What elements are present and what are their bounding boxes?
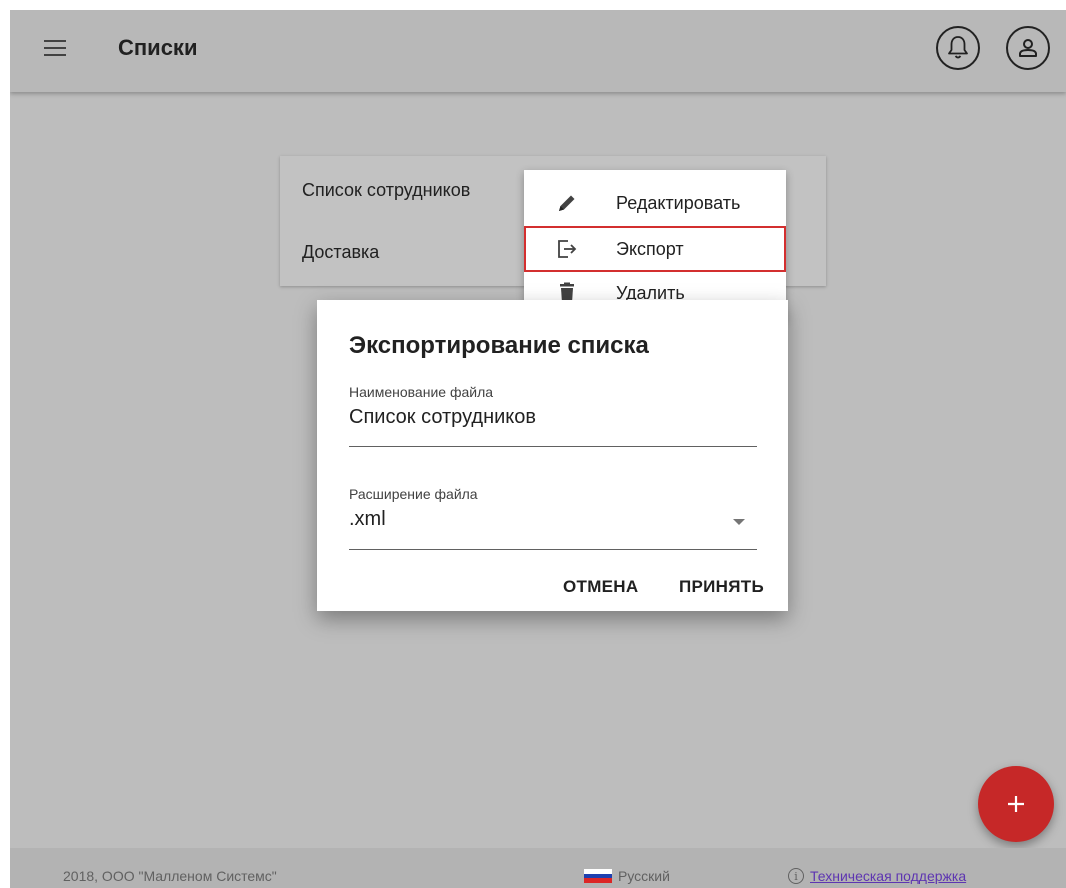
export-icon	[558, 240, 577, 258]
extension-label: Расширение файла	[349, 486, 478, 502]
filename-underline	[349, 446, 757, 447]
filename-field[interactable]: Список сотрудников	[349, 406, 536, 429]
language-selector[interactable]: Русский	[584, 868, 670, 884]
menu-item-export[interactable]: Экспорт	[524, 226, 786, 272]
profile-button[interactable]	[1006, 26, 1050, 70]
support-link[interactable]: i Техническая поддержка	[788, 868, 966, 884]
hamburger-icon[interactable]	[44, 40, 66, 62]
filename-label: Наименование файла	[349, 384, 494, 400]
info-icon: i	[788, 868, 804, 884]
accept-button[interactable]: ПРИНЯТЬ	[679, 577, 764, 597]
extension-select[interactable]: .xml	[349, 508, 386, 531]
footer: 2018, ООО "Малленом Системс" Русский i Т…	[10, 848, 1066, 888]
notifications-button[interactable]	[936, 26, 980, 70]
menu-item-label: Редактировать	[616, 193, 741, 213]
top-app-bar: Списки	[10, 10, 1066, 92]
chevron-down-icon[interactable]	[733, 519, 745, 525]
app-screen: Списки Список сотрудников Доставка Редак…	[10, 10, 1066, 888]
context-menu: Редактировать Экспорт Удалить	[524, 170, 786, 320]
extension-underline	[349, 549, 757, 550]
cancel-button[interactable]: ОТМЕНА	[563, 577, 638, 597]
list-item[interactable]: Доставка	[302, 242, 379, 263]
plus-icon	[1008, 796, 1024, 812]
user-icon	[1019, 39, 1037, 57]
support-link-label[interactable]: Техническая поддержка	[810, 868, 966, 884]
copyright-text: 2018, ООО "Малленом Системс"	[63, 868, 277, 884]
bell-icon	[948, 36, 968, 59]
export-dialog: Экспортирование списка Наименование файл…	[317, 300, 788, 611]
menu-item-label: Экспорт	[616, 239, 684, 259]
page-title: Списки	[118, 35, 198, 60]
language-label: Русский	[618, 868, 670, 884]
russian-flag-icon	[584, 869, 612, 883]
list-item[interactable]: Список сотрудников	[302, 180, 470, 201]
menu-item-edit[interactable]: Редактировать	[524, 180, 786, 226]
dialog-title: Экспортирование списка	[349, 332, 649, 359]
pencil-icon	[559, 195, 575, 211]
add-list-button[interactable]	[978, 766, 1054, 842]
